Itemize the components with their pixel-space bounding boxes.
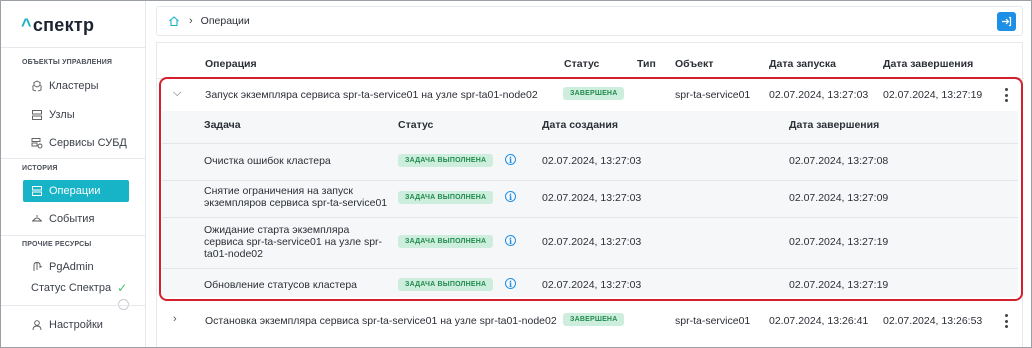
breadcrumb: › Операции xyxy=(156,6,1023,36)
task-name: Обновление статусов кластера xyxy=(204,279,357,291)
sidebar-item-label: PgAdmin xyxy=(49,261,94,273)
sidebar-item-events[interactable]: События xyxy=(23,208,129,230)
start-date: 02.07.2024, 13:26:41 xyxy=(769,315,869,327)
end-date: 02.07.2024, 13:26:53 xyxy=(883,315,983,327)
breadcrumb-current: Операции xyxy=(200,15,250,27)
sidebar-item-pgadmin[interactable]: PgAdmin xyxy=(23,256,129,278)
chevron-right-icon[interactable]: › xyxy=(173,313,177,325)
section-manage-objects: ОБЪЕКТЫ УПРАВЛЕНИЯ xyxy=(22,59,113,66)
info-icon[interactable]: i xyxy=(505,278,516,289)
col-header-type[interactable]: Тип xyxy=(637,58,656,70)
info-icon[interactable]: i xyxy=(505,154,516,165)
task-finished: 02.07.2024, 13:27:19 xyxy=(789,279,889,291)
more-vertical-icon[interactable] xyxy=(1004,314,1008,328)
operation-name: Остановка экземпляра сервиса spr-ta-serv… xyxy=(205,315,557,327)
operations-icon xyxy=(31,185,43,197)
cluster-icon xyxy=(31,80,43,92)
object-name: spr-ta-service01 xyxy=(675,315,751,327)
col-header-status[interactable]: Статус xyxy=(564,58,599,70)
subtable-divider xyxy=(162,180,1018,181)
info-icon[interactable]: i xyxy=(505,235,516,246)
col-header-finished: Дата завершения xyxy=(789,119,880,131)
elephant-icon xyxy=(31,261,43,273)
task-name: Снятие ограничения на запуск экземпляров … xyxy=(204,185,388,209)
more-vertical-icon[interactable] xyxy=(1004,88,1008,102)
chevron-down-icon[interactable]: ⌵ xyxy=(173,87,181,100)
task-created: 02.07.2024, 13:27:03 xyxy=(542,155,642,167)
events-icon xyxy=(31,213,43,225)
sidebar-item-dbms-services[interactable]: Сервисы СУБД xyxy=(23,132,129,154)
col-header-end-date[interactable]: Дата завершения xyxy=(883,58,973,70)
object-name: spr-ta-service01 xyxy=(675,89,751,101)
sidebar-item-settings[interactable]: Настройки xyxy=(23,314,129,336)
logout-icon xyxy=(1002,16,1012,27)
sidebar-item-label: Статус Спектра xyxy=(31,282,112,294)
task-name: Очистка ошибок кластера xyxy=(204,155,331,167)
task-status-badge: ЗАДАЧА ВЫПОЛНЕНА xyxy=(398,191,494,204)
logout-button[interactable] xyxy=(997,12,1016,31)
sidebar-divider xyxy=(1,235,146,236)
sidebar-item-spektr-status[interactable]: Статус Спектра ✓ xyxy=(31,277,137,299)
start-date: 02.07.2024, 13:27:03 xyxy=(769,89,869,101)
chevron-right-icon: › xyxy=(189,15,193,27)
task-status-badge: ЗАДАЧА ВЫПОЛНЕНА xyxy=(398,278,494,291)
task-created: 02.07.2024, 13:27:03 xyxy=(542,279,642,291)
subtable-divider xyxy=(162,268,1018,269)
sidebar-item-label: Узлы xyxy=(49,109,75,121)
info-icon[interactable]: i xyxy=(505,191,516,202)
task-finished: 02.07.2024, 13:27:08 xyxy=(789,155,889,167)
col-header-task: Задача xyxy=(204,119,241,131)
sidebar: ^спектр ОБЪЕКТЫ УПРАВЛЕНИЯ Кластеры Узлы… xyxy=(1,1,146,347)
sidebar-item-label: Настройки xyxy=(49,319,103,331)
sidebar-divider xyxy=(1,158,146,159)
task-created: 02.07.2024, 13:27:03 xyxy=(542,236,642,248)
task-finished: 02.07.2024, 13:27:09 xyxy=(789,192,889,204)
section-other-resources: ПРОЧИЕ РЕСУРСЫ xyxy=(22,241,92,248)
col-header-created: Дата создания xyxy=(542,119,618,131)
home-icon[interactable] xyxy=(167,14,181,28)
header-divider xyxy=(157,78,1024,79)
check-icon: ✓ xyxy=(117,281,128,295)
sidebar-item-label: События xyxy=(49,213,95,225)
section-history: ИСТОРИЯ xyxy=(22,165,58,172)
sidebar-item-label: Операции xyxy=(49,185,101,197)
operations-table: Операция Статус Тип Объект Дата запуска … xyxy=(156,42,1024,348)
sidebar-item-clusters[interactable]: Кластеры xyxy=(23,75,129,97)
task-created: 02.07.2024, 13:27:03 xyxy=(542,192,642,204)
server-icon xyxy=(31,109,43,121)
sidebar-item-label: Кластеры xyxy=(49,80,99,92)
user-icon xyxy=(31,319,43,331)
status-badge: ЗАВЕРШЕНА xyxy=(563,313,625,326)
logo[interactable]: ^спектр xyxy=(21,15,94,36)
database-settings-icon xyxy=(31,137,43,149)
subtable-divider xyxy=(162,143,1018,144)
end-date: 02.07.2024, 13:27:19 xyxy=(883,89,983,101)
col-header-task-status: Статус xyxy=(398,119,434,131)
task-status-badge: ЗАДАЧА ВЫПОЛНЕНА xyxy=(398,235,494,248)
sidebar-divider xyxy=(1,47,146,48)
sidebar-item-label: Сервисы СУБД xyxy=(49,137,127,149)
task-status-badge: ЗАДАЧА ВЫПОЛНЕНА xyxy=(398,154,494,167)
col-header-start-date[interactable]: Дата запуска xyxy=(769,58,836,70)
task-name: Ожидание старта экземпляра сервиса spr-ta… xyxy=(204,224,383,260)
col-header-object[interactable]: Объект xyxy=(675,58,713,70)
sidebar-divider xyxy=(1,305,146,306)
operation-name: Запуск экземпляра сервиса spr-ta-service… xyxy=(205,89,538,101)
col-header-operation[interactable]: Операция xyxy=(205,58,257,70)
sidebar-item-nodes[interactable]: Узлы xyxy=(23,104,129,126)
task-finished: 02.07.2024, 13:27:19 xyxy=(789,236,889,248)
sidebar-item-operations[interactable]: Операции xyxy=(23,180,129,202)
subtable-divider xyxy=(162,217,1018,218)
status-badge: ЗАВЕРШЕНА xyxy=(563,87,625,100)
